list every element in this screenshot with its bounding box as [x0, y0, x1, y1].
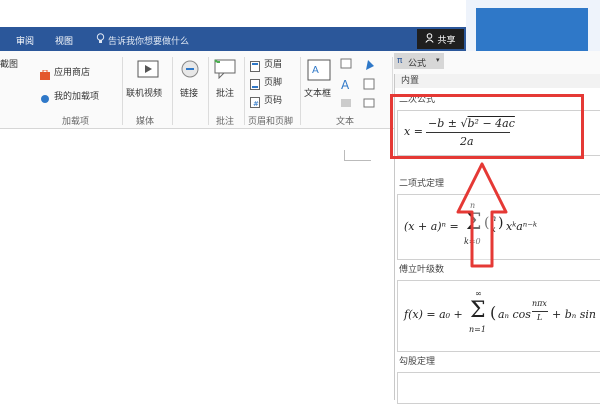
link-button[interactable]: 链接 — [180, 86, 198, 99]
chevron-down-icon: ▾ — [436, 56, 440, 64]
quickparts-icon[interactable]: A — [340, 57, 390, 113]
textbox-icon: A — [307, 59, 331, 85]
highlight-box — [390, 94, 584, 159]
screenshot-button[interactable]: 截图 — [0, 57, 18, 70]
equation-button[interactable]: π 公式 ▾ — [394, 53, 444, 69]
header-footer-group-label: 页眉和页脚 — [248, 117, 294, 127]
media-group-label: 媒体 — [136, 117, 155, 127]
comment-button[interactable]: 批注 — [216, 86, 234, 99]
svg-text:#: # — [253, 100, 259, 108]
link-icon — [180, 59, 200, 83]
comment-icon — [214, 59, 236, 83]
page-number-button[interactable]: 页码 — [264, 93, 282, 106]
my-addins-button[interactable]: 我的加载项 — [54, 89, 99, 102]
gallery-header: 内置 — [395, 74, 600, 88]
text-group-label: 文本 — [336, 117, 355, 127]
online-video-button[interactable]: 联机视频 — [126, 86, 162, 99]
video-icon — [137, 59, 159, 85]
share-button[interactable]: 共享 — [417, 29, 464, 49]
store-button[interactable]: 应用商店 — [54, 65, 90, 78]
addins-group-label: 加载项 — [62, 117, 90, 127]
textbox-button[interactable]: 文本框 — [304, 86, 331, 99]
addins-icon — [40, 89, 50, 108]
svg-text:A: A — [312, 65, 319, 76]
lightbulb-icon — [96, 33, 105, 47]
footer-button[interactable]: 页脚 — [264, 75, 282, 88]
arrow-up-icon — [456, 162, 508, 268]
tab-view[interactable]: 视图 — [55, 34, 73, 47]
tell-me-text: 告诉我你想要做什么 — [108, 36, 190, 47]
svg-text:A: A — [341, 78, 350, 92]
header-icon — [250, 57, 260, 76]
equation-icon: π — [397, 56, 403, 66]
tell-me-box[interactable]: 告诉我你想要做什么 — [96, 33, 189, 47]
equation-item-fourier[interactable]: f(x) = a₀ + Σ ∞ n=1 ( aₙ cos nπx L + bₙ … — [397, 280, 600, 352]
footer-icon — [250, 75, 260, 94]
section-title-pythagorean: 勾股定理 — [399, 357, 436, 367]
store-icon — [40, 65, 50, 84]
person-icon — [425, 32, 435, 46]
page-corner-mark — [344, 150, 371, 161]
share-label: 共享 — [437, 35, 456, 46]
equation-label: 公式 — [408, 59, 427, 69]
page-number-icon: # — [250, 93, 260, 112]
tab-review[interactable]: 审阅 — [16, 34, 34, 47]
header-button[interactable]: 页眉 — [264, 57, 282, 70]
equation-item-pythagorean[interactable] — [397, 372, 600, 404]
comment-group-label: 批注 — [216, 117, 235, 127]
